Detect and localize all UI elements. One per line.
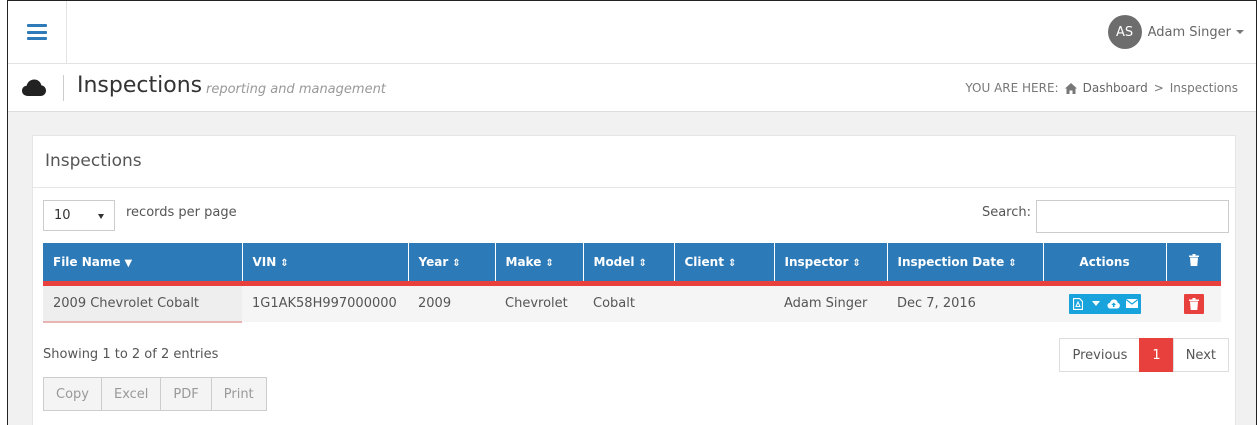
cell-inspection-date: Dec 7, 2016 xyxy=(887,283,1043,322)
cell-model: Cobalt xyxy=(583,283,674,322)
page-subtitle: reporting and management xyxy=(206,82,386,97)
column-label: Client xyxy=(684,254,724,269)
panel-title: Inspections xyxy=(33,136,1235,188)
page-1-button[interactable]: 1 xyxy=(1139,338,1174,372)
column-header-inspection-date[interactable]: Inspection Date ⇕ xyxy=(887,243,1044,286)
sort-icon: ⇕ xyxy=(1008,257,1017,269)
column-label: Make xyxy=(505,254,542,269)
column-header-client[interactable]: Client ⇕ xyxy=(674,243,775,286)
column-label: Model xyxy=(593,254,635,269)
cell-year: 2009 xyxy=(408,283,495,322)
avatar: AS xyxy=(1107,15,1142,49)
records-per-page-select[interactable]: 10 xyxy=(43,200,115,231)
records-per-page-value: 10 xyxy=(54,208,71,223)
cell-vin: 1G1AK58H997000000 xyxy=(242,283,408,322)
column-header-delete xyxy=(1166,243,1221,286)
search-input[interactable] xyxy=(1036,200,1229,233)
table-row[interactable]: 2009 Chevrolet Cobalt 1G1AK58H997000000 … xyxy=(43,283,1221,323)
cell-actions xyxy=(1043,283,1166,322)
next-page-button[interactable]: Next xyxy=(1172,338,1229,372)
user-name: Adam Singer xyxy=(1147,24,1231,40)
sort-icon: ⇕ xyxy=(852,257,861,269)
table-controls: 10 records per page Search: xyxy=(33,188,1235,233)
column-header-model[interactable]: Model ⇕ xyxy=(583,243,675,286)
column-header-vin[interactable]: VIN ⇕ xyxy=(242,243,409,286)
table-header-row: File Name ▼ VIN ⇕ Year ⇕ Make ⇕ Model ⇕ Clien… xyxy=(43,243,1221,286)
breadcrumb-prefix: YOU ARE HERE: xyxy=(965,81,1059,95)
cell-client xyxy=(674,283,774,322)
header-divider xyxy=(63,75,64,101)
column-header-actions: Actions xyxy=(1043,243,1167,286)
breadcrumb-dashboard-link[interactable]: Dashboard xyxy=(1083,81,1148,95)
column-label: VIN xyxy=(252,254,277,269)
table-info: Showing 1 to 2 of 2 entries xyxy=(43,347,219,362)
sort-desc-icon: ▼ xyxy=(124,257,133,269)
cell-make: Chevrolet xyxy=(495,283,583,322)
pagination: Previous 1 Next xyxy=(1059,338,1229,372)
sort-icon: ⇕ xyxy=(280,257,289,269)
column-label: Year xyxy=(418,254,449,269)
page-header: Inspections reporting and management YOU… xyxy=(8,64,1256,112)
previous-page-button[interactable]: Previous xyxy=(1059,338,1141,372)
delete-button[interactable] xyxy=(1183,293,1204,314)
page-title: Inspections xyxy=(77,73,203,98)
top-navbar: AS Adam Singer xyxy=(8,1,1256,64)
dropdown-arrow-icon xyxy=(98,214,104,219)
pdf-icon[interactable] xyxy=(1069,294,1087,314)
cell-delete xyxy=(1166,283,1221,322)
hamburger-icon xyxy=(27,24,47,40)
breadcrumb-separator: > xyxy=(1153,81,1164,95)
column-header-year[interactable]: Year ⇕ xyxy=(408,243,496,286)
inspections-panel: Inspections 10 records per page Search: … xyxy=(32,135,1236,425)
hamburger-menu-button[interactable] xyxy=(8,1,67,63)
copy-button[interactable]: Copy xyxy=(43,377,102,411)
chevron-down-icon xyxy=(1236,30,1244,34)
column-header-make[interactable]: Make ⇕ xyxy=(495,243,584,286)
home-icon xyxy=(1064,82,1077,94)
cloud-upload-icon[interactable] xyxy=(1105,294,1123,314)
records-per-page-label: records per page xyxy=(126,205,237,220)
sort-icon: ⇕ xyxy=(638,257,647,269)
sort-icon: ⇕ xyxy=(727,257,737,269)
print-button[interactable]: Print xyxy=(210,377,267,411)
breadcrumb-current: Inspections xyxy=(1169,81,1238,95)
pdf-button[interactable]: PDF xyxy=(160,377,212,411)
envelope-icon[interactable] xyxy=(1123,294,1141,314)
breadcrumb: YOU ARE HERE: Dashboard > Inspections xyxy=(965,81,1238,95)
cloud-icon xyxy=(22,79,46,96)
row-action-group xyxy=(1068,293,1141,314)
chevron-down-icon[interactable] xyxy=(1087,294,1105,314)
sort-icon: ⇕ xyxy=(452,257,461,269)
export-buttons: Copy Excel PDF Print xyxy=(43,377,267,411)
user-menu[interactable]: AS Adam Singer xyxy=(1107,15,1244,49)
inspections-table: File Name ▼ VIN ⇕ Year ⇕ Make ⇕ Model ⇕ Clien… xyxy=(43,243,1221,323)
cell-file-name: 2009 Chevrolet Cobalt xyxy=(43,283,242,323)
column-label: Inspector xyxy=(784,254,849,269)
app-window: AS Adam Singer Inspections reporting and… xyxy=(7,0,1257,425)
trash-icon xyxy=(1188,297,1199,310)
cell-inspector: Adam Singer xyxy=(774,283,887,322)
column-label: File Name xyxy=(53,254,121,269)
column-header-inspector[interactable]: Inspector ⇕ xyxy=(774,243,888,286)
search-label: Search: xyxy=(981,205,1031,220)
column-header-file-name[interactable]: File Name ▼ xyxy=(43,243,243,286)
excel-button[interactable]: Excel xyxy=(100,377,162,411)
sort-icon: ⇕ xyxy=(545,257,554,269)
column-label: Inspection Date xyxy=(897,254,1005,269)
trash-icon xyxy=(1188,254,1199,267)
